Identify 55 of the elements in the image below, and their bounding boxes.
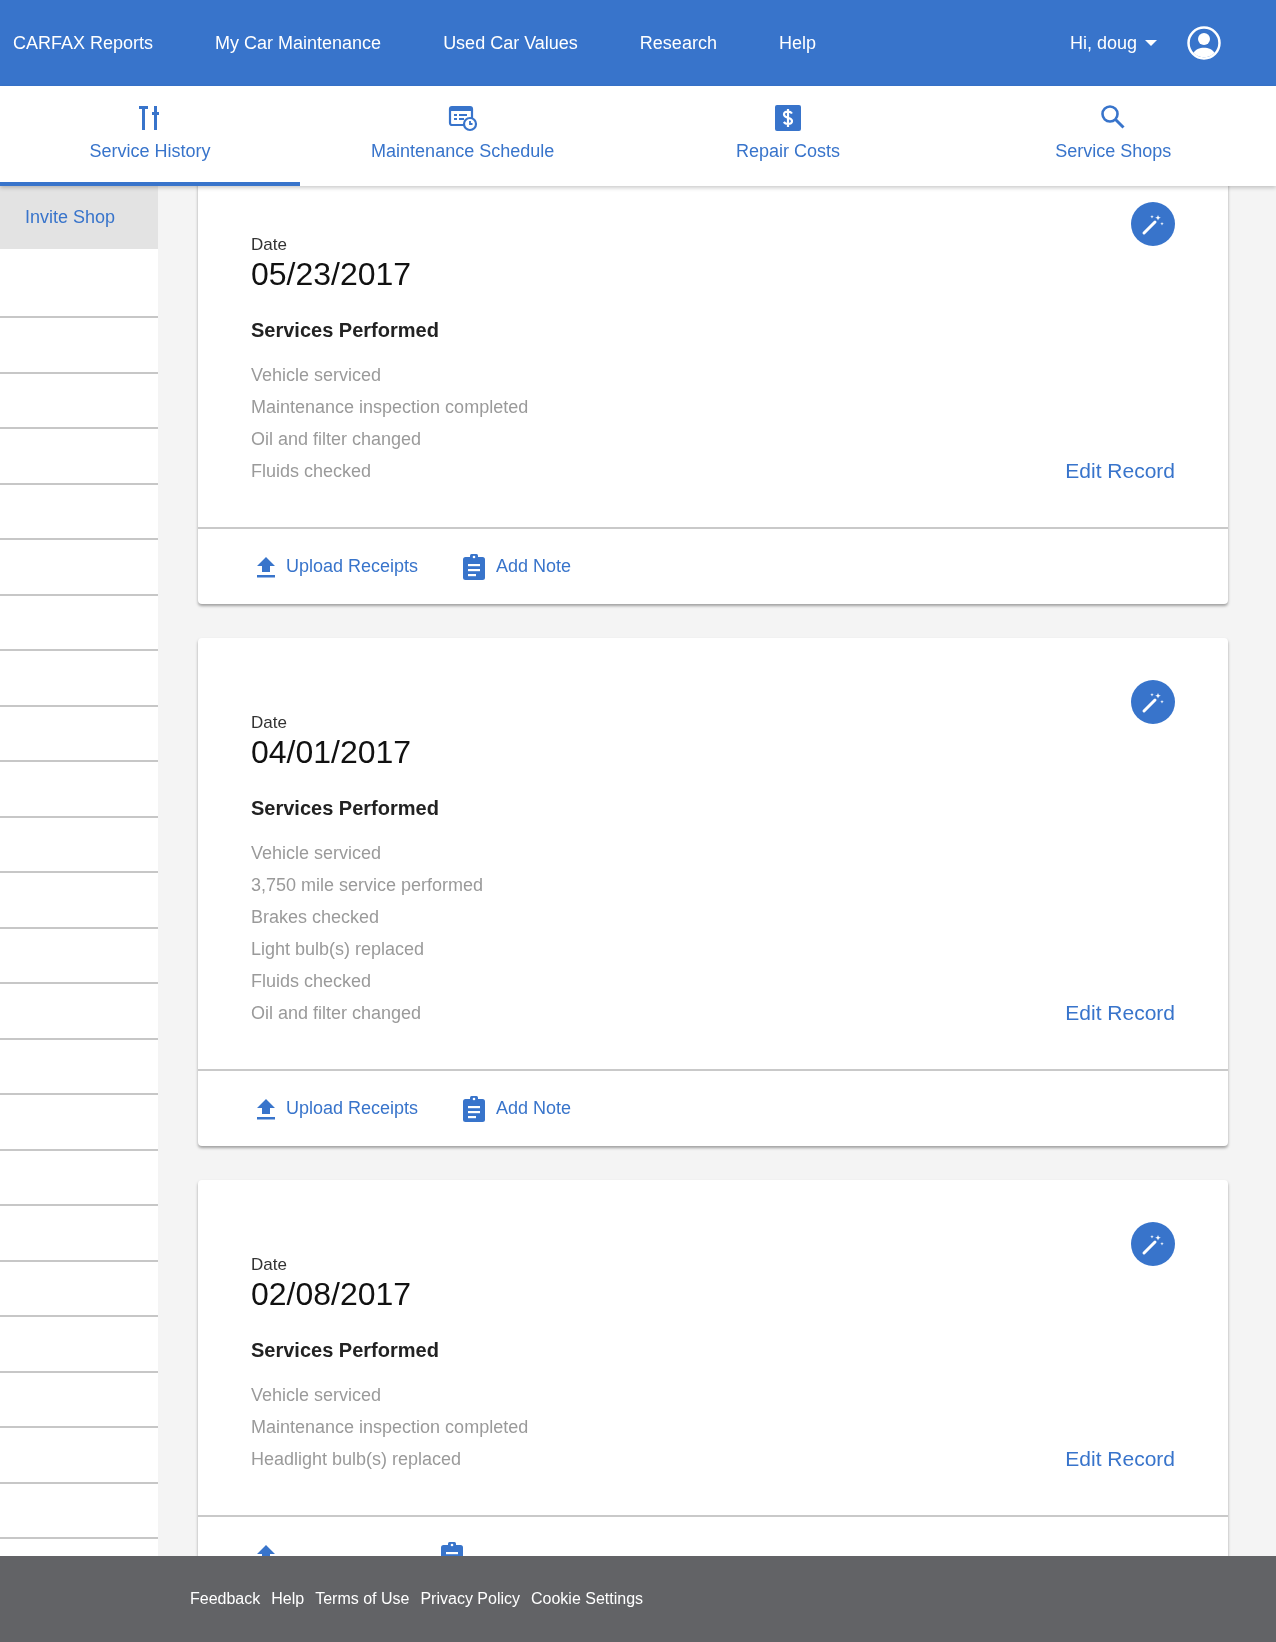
add-note-button[interactable]: Add Note — [462, 553, 572, 580]
tab[interactable]: Service Shops — [950, 86, 1276, 186]
upload-receipts-button[interactable]: Upload Receipts — [256, 1095, 419, 1122]
service-item: Brakes checked — [251, 906, 381, 929]
service-item: Vehicle serviced — [251, 842, 383, 865]
footer-link[interactable]: Cookie Settings — [531, 1587, 644, 1611]
service-item: 3,750 mile service performed — [251, 874, 485, 897]
service-item: Oil and filter changed — [251, 428, 423, 451]
services-heading: Services Performed — [251, 1338, 440, 1363]
nav-link[interactable]: Used Car Values — [443, 29, 578, 57]
service-item: Maintenance inspection completed — [251, 396, 530, 419]
date-label: Date — [251, 235, 288, 255]
sidebar-item[interactable]: Invite Shop — [0, 186, 158, 249]
record-date: 02/08/2017 — [251, 1275, 413, 1313]
caret-icon — [1145, 40, 1157, 46]
record-date: 05/23/2017 — [251, 255, 413, 293]
user-account-icon[interactable] — [1187, 26, 1221, 60]
services-heading: Services Performed — [251, 796, 440, 821]
nav-link[interactable]: Help — [778, 29, 816, 57]
dollar-icon — [774, 103, 802, 132]
service-item: Fluids checked — [251, 970, 373, 993]
upload-icon — [256, 555, 276, 578]
record-date: 04/01/2017 — [251, 733, 413, 771]
upload-icon — [256, 1097, 276, 1120]
clipboard-icon — [462, 1095, 487, 1122]
magic-wand-button[interactable] — [1131, 202, 1175, 246]
edit-record-link[interactable]: Edit Record — [1065, 455, 1175, 487]
nav-link[interactable]: CARFAX Reports — [13, 29, 154, 57]
tab[interactable]: Maintenance Schedule — [300, 86, 626, 186]
service-item: Oil and filter changed — [251, 1002, 422, 1025]
magic-wand-button[interactable] — [1131, 1222, 1175, 1266]
date-label: Date — [251, 1255, 288, 1275]
edit-record-link[interactable]: Edit Record — [1065, 1443, 1175, 1475]
footer-link[interactable]: Feedback — [190, 1587, 261, 1611]
service-item: Maintenance inspection completed — [251, 1416, 530, 1439]
upload-receipts-button[interactable]: Upload Receipts — [256, 553, 419, 580]
nav-link[interactable]: My Car Maintenance — [215, 29, 382, 57]
services-heading: Services Performed — [251, 318, 440, 343]
edit-record-link[interactable]: Edit Record — [1065, 997, 1175, 1029]
clipboard-icon — [462, 553, 487, 580]
footer-link[interactable]: Privacy Policy — [420, 1587, 520, 1611]
magic-wand-button[interactable] — [1131, 680, 1175, 724]
footer-link[interactable]: Help — [271, 1587, 305, 1611]
service-item: Vehicle serviced — [251, 1384, 383, 1407]
add-note-button[interactable]: Add Note — [462, 1095, 572, 1122]
footer-link[interactable]: Terms of Use — [315, 1587, 410, 1611]
nav-link[interactable]: Research — [639, 29, 717, 57]
service-item: Headlight bulb(s) replaced — [251, 1448, 462, 1471]
user-menu-button[interactable]: Hi, doug — [1069, 29, 1157, 57]
tab[interactable]: Repair Costs — [625, 86, 951, 186]
service-item: Light bulb(s) replaced — [251, 938, 426, 961]
date-label: Date — [251, 713, 288, 733]
service-item: Vehicle serviced — [251, 364, 383, 387]
calendar-clock-icon — [447, 103, 478, 132]
service-item: Fluids checked — [251, 460, 372, 483]
